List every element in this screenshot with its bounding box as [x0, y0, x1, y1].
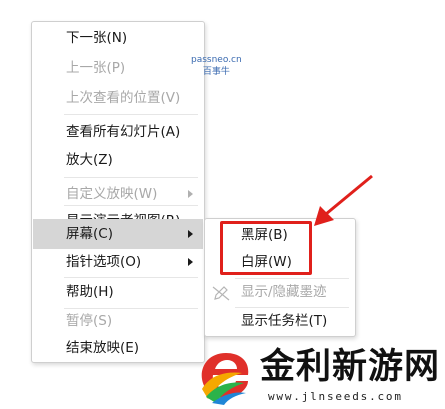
submenu-arrow-icon	[188, 258, 193, 266]
submenu-item-label: 显示/隐藏墨迹	[241, 284, 327, 300]
menu-item-label: 上一张(P)	[66, 60, 126, 76]
site-logo-url: www.jlnseeds.com	[268, 390, 403, 403]
menu-item-label: 帮助(H)	[66, 284, 114, 300]
submenu-item-show-taskbar[interactable]: 显示任务栏(T)	[206, 308, 354, 335]
watermark-line: 百事牛	[202, 67, 230, 77]
submenu-arrow-icon	[188, 230, 193, 238]
menu-item-last-viewed[interactable]: 上次查看的位置(V)	[33, 83, 203, 113]
submenu-item-toggle-ink[interactable]: 显示/隐藏墨迹	[206, 279, 354, 306]
menu-item-label: 查看所有幻灯片(A)	[66, 124, 181, 140]
menu-separator	[64, 177, 198, 178]
annotation-highlight-box	[220, 221, 312, 275]
pen-slash-icon	[212, 286, 230, 301]
submenu-arrow-icon	[188, 190, 193, 198]
menu-item-help[interactable]: 帮助(H)	[33, 277, 203, 307]
menu-item-previous[interactable]: 上一张(P)	[33, 53, 203, 83]
menu-separator	[64, 114, 198, 115]
site-logo-icon	[201, 353, 249, 405]
annotation-arrow-icon	[314, 174, 373, 226]
submenu-item-label: 显示任务栏(T)	[241, 313, 328, 329]
watermark: passneo.cn 百事牛	[191, 54, 242, 78]
menu-item-pointer-options[interactable]: 指针选项(O)	[33, 247, 203, 277]
menu-item-screen[interactable]: 屏幕(C)	[33, 219, 203, 249]
site-logo-text: 金利新游网	[260, 346, 441, 387]
menu-item-label: 指针选项(O)	[66, 254, 142, 270]
watermark-line: passneo.cn	[191, 55, 242, 65]
menu-item-label: 放大(Z)	[66, 152, 113, 168]
menu-item-label: 结束放映(E)	[66, 340, 140, 356]
menu-item-label: 下一张(N)	[66, 30, 128, 46]
menu-item-pause[interactable]: 暂停(S)	[33, 306, 203, 336]
menu-item-label: 自定义放映(W)	[66, 186, 158, 202]
menu-item-label: 上次查看的位置(V)	[66, 90, 181, 106]
context-menu: 下一张(N) 上一张(P) 上次查看的位置(V) 查看所有幻灯片(A) 放大(Z…	[31, 21, 205, 363]
menu-item-label: 屏幕(C)	[66, 226, 113, 242]
menu-item-end-show[interactable]: 结束放映(E)	[33, 333, 203, 363]
menu-item-next[interactable]: 下一张(N)	[33, 23, 203, 53]
menu-item-label: 暂停(S)	[66, 313, 113, 329]
menu-item-see-all-slides[interactable]: 查看所有幻灯片(A)	[33, 117, 203, 147]
menu-item-zoom[interactable]: 放大(Z)	[33, 145, 203, 175]
